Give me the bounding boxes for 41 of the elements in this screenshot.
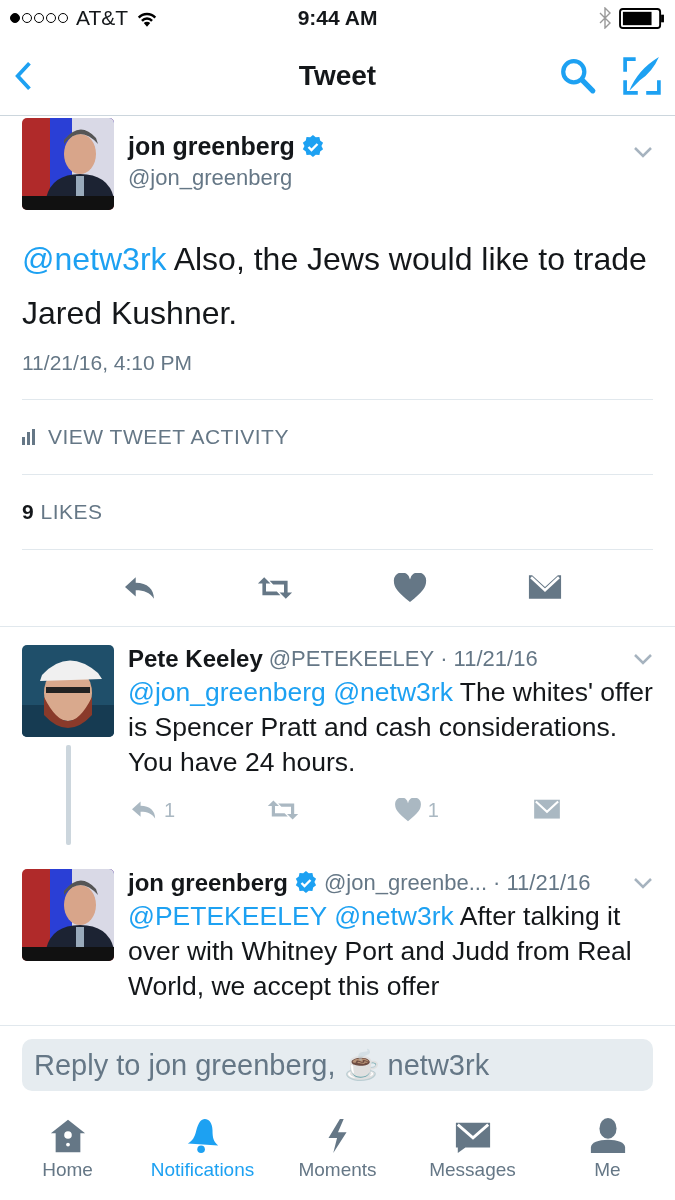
mention-link[interactable]: @netw3rk xyxy=(22,241,167,277)
compose-icon[interactable] xyxy=(623,56,661,95)
mention-link[interactable]: @netw3rk xyxy=(333,676,453,707)
mention-link[interactable]: @netw3rk xyxy=(334,900,454,931)
tweet-text: @jon_greenberg @netw3rk The whites' offer is Spencer Pratt and cash considerations. You have 24 hours. xyxy=(128,675,653,780)
like-count: 1 xyxy=(427,799,439,822)
view-activity-link[interactable]: VIEW TWEET ACTIVITY xyxy=(48,424,289,449)
tweet-text: @PETEKEELEY @netw3rk After talking it over with Whitney Port and Judd from Real World, we accept this offer xyxy=(128,899,633,1004)
bluetooth-icon xyxy=(599,7,611,29)
carrier-label: AT&T xyxy=(76,6,129,30)
user-name[interactable]: jon greenberg xyxy=(128,868,289,897)
user-handle[interactable]: @jon_greenberg xyxy=(128,165,633,191)
person-icon xyxy=(588,1117,627,1155)
tab[interactable]: Moments xyxy=(272,1117,403,1181)
chevron-down-icon[interactable] xyxy=(633,652,653,665)
mention-link[interactable]: @jon_greenberg xyxy=(128,676,326,707)
back-icon[interactable] xyxy=(14,60,32,91)
tweet-date: · 11/21/16 xyxy=(440,645,538,672)
search-icon[interactable] xyxy=(559,56,597,95)
likes-count[interactable]: 9 LIKES xyxy=(22,499,103,524)
tab[interactable]: Me xyxy=(542,1117,673,1181)
mention-link[interactable]: @PETEKEELEY xyxy=(128,900,327,931)
page-title: Tweet xyxy=(298,59,377,92)
user-handle[interactable]: @PETEKEELEY xyxy=(268,645,435,672)
chevron-down-icon[interactable] xyxy=(633,876,653,889)
bar-chart-icon xyxy=(22,428,36,445)
heart-icon[interactable] xyxy=(392,572,429,603)
tab[interactable]: Notifications xyxy=(137,1117,268,1181)
reply-count: 1 xyxy=(164,799,176,822)
tab[interactable]: Messages xyxy=(407,1117,538,1181)
tab[interactable]: Home xyxy=(2,1117,133,1181)
tweet-text: @netw3rk Also, the Jews would like to trade Jared Kushner. xyxy=(22,240,648,334)
battery-icon xyxy=(619,7,665,29)
tweet-date: 11/21/16, 4:10 PM xyxy=(22,350,653,400)
clock: 9:44 AM xyxy=(297,6,378,30)
user-handle[interactable]: @jon_greenbe... xyxy=(324,869,488,896)
tweet-date: · 11/21/16 xyxy=(493,869,591,896)
chevron-down-icon[interactable] xyxy=(633,146,653,158)
user-name[interactable]: jon greenberg xyxy=(128,132,295,161)
reply-field[interactable]: Reply to jon greenberg, ☕ netw3rk xyxy=(22,1039,653,1091)
user-name[interactable]: Pete Keeley xyxy=(128,644,263,673)
